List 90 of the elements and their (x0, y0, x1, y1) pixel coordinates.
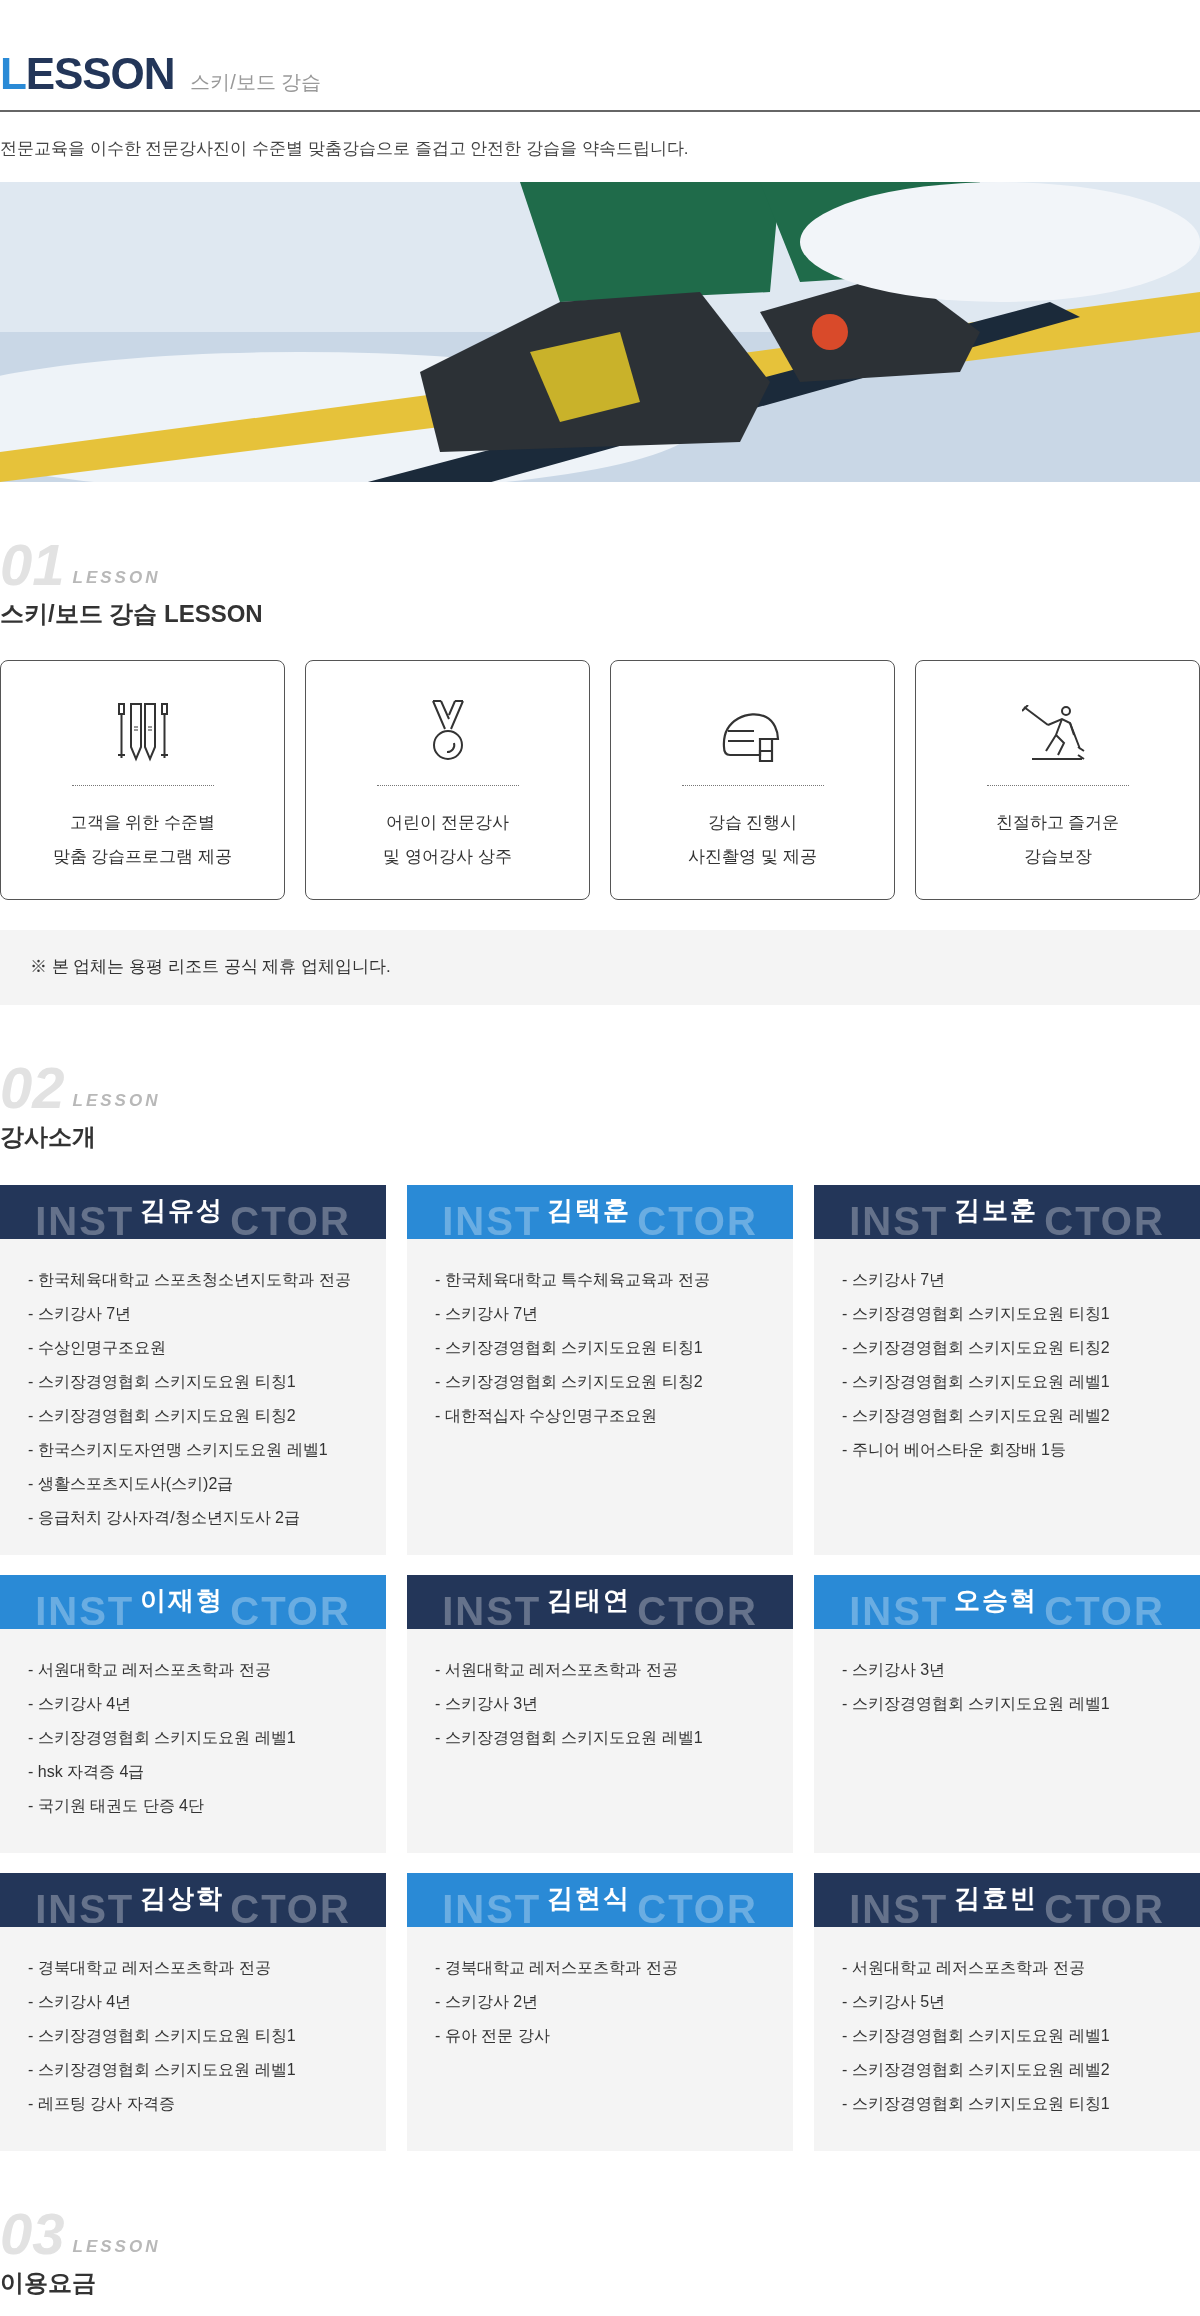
instructor-name: 김택훈 (547, 1194, 632, 1225)
watermark-text: INST (35, 1890, 135, 1927)
intro-text: 전문교육을 이수한 전문강사진이 수준별 맞춤강습으로 즐겁고 안전한 강습을 약속드립니다. (0, 138, 690, 160)
career-item: - 스키장경영협회 스키지도요원 티칭2 (28, 1405, 296, 1426)
career-item: - 서원대학교 레저스포츠학과 전공 (28, 1659, 271, 1680)
career-item: - hsk 자격증 4급 (28, 1761, 145, 1782)
feature-text: 친절하고 즐거운 (995, 811, 1120, 834)
notice-text: ※ 본 업체는 용평 리조트 공식 제휴 업체입니다. (30, 956, 391, 979)
watermark-text: CTOR (1044, 1202, 1165, 1239)
skis-icon (116, 702, 169, 763)
career-item: - 유아 전문 강사 (435, 2025, 550, 2046)
career-item: - 스키장경영협회 스키지도요원 레벨1 (842, 2025, 1110, 2046)
career-item: - 스키강사 7년 (28, 1303, 132, 1324)
career-item: - 스키장경영협회 스키지도요원 티칭2 (435, 1371, 703, 1392)
career-item: - 스키장경영협회 스키지도요원 티칭1 (435, 1337, 703, 1358)
career-item: - 스키장경영협회 스키지도요원 티칭1 (28, 1371, 296, 1392)
career-item: - 경북대학교 레저스포츠학과 전공 (435, 1957, 678, 1978)
career-item: - 스키장경영협회 스키지도요원 레벨1 (842, 1371, 1110, 1392)
career-item: - 스키장경영협회 스키지도요원 티칭1 (842, 1303, 1110, 1324)
career-item: - 생활스포츠지도사(스키)2급 (28, 1473, 234, 1494)
watermark-text: INST (849, 1202, 949, 1239)
watermark-text: CTOR (230, 1202, 351, 1239)
watermark-text: CTOR (1044, 1890, 1165, 1927)
career-item: - 응급처치 강사자격/청소년지도사 2급 (28, 1507, 300, 1528)
section-label: LESSON (72, 568, 161, 589)
section-heading: 강사소개 (0, 1121, 97, 1152)
career-item: - 스키장경영협회 스키지도요원 티칭1 (28, 2025, 296, 2046)
career-item: - 스키강사 4년 (28, 1991, 132, 2012)
title-initial: L (0, 52, 26, 96)
feature-text: 어린이 전문강사 (385, 811, 510, 834)
career-item: - 스키강사 4년 (28, 1693, 132, 1714)
career-item: - 서원대학교 레저스포츠학과 전공 (842, 1957, 1085, 1978)
career-item: - 대한적십자 수상인명구조요원 (435, 1405, 658, 1426)
watermark-text: INST (442, 1202, 542, 1239)
career-item: - 스키장경영협회 스키지도요원 레벨1 (842, 1693, 1110, 1714)
watermark-text: INST (849, 1890, 949, 1927)
watermark-text: INST (442, 1592, 542, 1629)
career-item: - 스키장경영협회 스키지도요원 레벨1 (435, 1727, 703, 1748)
career-item: - 수상인명구조요원 (28, 1337, 166, 1358)
career-item: - 스키강사 3년 (842, 1659, 946, 1680)
feature-text: 강습 진행시 (707, 811, 798, 834)
watermark-text: CTOR (637, 1592, 758, 1629)
career-item: - 스키강사 7년 (435, 1303, 539, 1324)
career-item: - 스키강사 5년 (842, 1991, 946, 2012)
feature-text: 사진촬영 및 제공 (688, 845, 817, 868)
career-item: - 주니어 베어스타운 회장배 1등 (842, 1439, 1066, 1460)
instructor-name: 김상학 (140, 1882, 225, 1913)
career-item: - 스키장경영협회 스키지도요원 티칭2 (842, 1337, 1110, 1358)
instructor-name: 김보훈 (954, 1194, 1039, 1225)
medal-icon (429, 698, 466, 763)
watermark-text: INST (849, 1592, 949, 1629)
career-item: - 스키장경영협회 스키지도요원 레벨2 (842, 2059, 1110, 2080)
career-item: - 국기원 태권도 단증 4단 (28, 1795, 204, 1816)
section-heading: 스키/보드 강습 LESSON (0, 598, 264, 629)
section-heading: 이용요금 (0, 2267, 97, 2298)
career-item: - 스키강사 3년 (435, 1693, 539, 1714)
career-item: - 한국체육대학교 스포츠청소년지도학과 전공 (28, 1269, 351, 1290)
career-item: - 스키장경영협회 스키지도요원 레벨1 (28, 1727, 296, 1748)
career-item: - 레프팅 강사 자격증 (28, 2093, 175, 2114)
section-label: LESSON (72, 1091, 161, 1112)
watermark-text: CTOR (1044, 1592, 1165, 1629)
watermark-text: INST (35, 1202, 135, 1239)
career-item: - 한국체육대학교 특수체육교육과 전공 (435, 1269, 710, 1290)
instructor-name: 김태연 (547, 1584, 632, 1615)
instructor-name: 오승혁 (954, 1584, 1039, 1615)
watermark-text: INST (442, 1890, 542, 1927)
feature-text: 고객을 위한 수준별 (69, 811, 216, 834)
watermark-text: INST (35, 1592, 135, 1629)
instructor-name: 김효빈 (954, 1882, 1039, 1913)
instructor-name: 김현식 (547, 1882, 632, 1913)
feature-text: 및 영어강사 상주 (383, 845, 512, 868)
page-title: ESSON (25, 52, 175, 96)
career-item: - 스키장경영협회 스키지도요원 레벨1 (28, 2059, 296, 2080)
career-item: - 서원대학교 레저스포츠학과 전공 (435, 1659, 678, 1680)
watermark-text: CTOR (230, 1890, 351, 1927)
feature-text: 강습보장 (1023, 845, 1092, 868)
watermark-text: CTOR (637, 1202, 758, 1239)
career-item: - 스키장경영협회 스키지도요원 레벨2 (842, 1405, 1110, 1426)
career-item: - 스키강사 7년 (842, 1269, 946, 1290)
page-subtitle: 스키/보드 강습 (190, 72, 322, 95)
career-item: - 스키강사 2년 (435, 1991, 539, 2012)
career-item: - 한국스키지도자연맹 스키지도요원 레벨1 (28, 1439, 328, 1460)
career-item: - 경북대학교 레저스포츠학과 전공 (28, 1957, 271, 1978)
instructor-name: 김유성 (140, 1194, 225, 1225)
instructor-name: 이재형 (140, 1584, 225, 1615)
watermark-text: CTOR (637, 1890, 758, 1927)
feature-text: 맞춤 강습프로그램 제공 (52, 845, 233, 868)
section-label: LESSON (72, 2237, 161, 2258)
career-item: - 스키장경영협회 스키지도요원 티칭1 (842, 2093, 1110, 2114)
watermark-text: CTOR (230, 1592, 351, 1629)
